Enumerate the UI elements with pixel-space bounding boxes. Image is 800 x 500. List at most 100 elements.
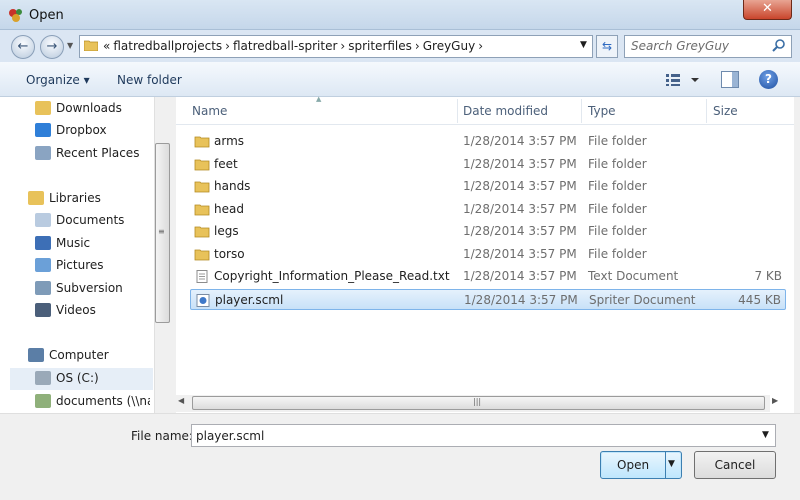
open-split-divider xyxy=(665,452,666,478)
file-name: legs xyxy=(214,224,239,238)
nav-item-computer[interactable]: Computer xyxy=(28,345,150,365)
history-dropdown-icon[interactable]: ▼ xyxy=(67,41,73,50)
scrollbar-grip-icon: ||| xyxy=(473,397,482,406)
nav-item-libraries[interactable]: Libraries xyxy=(28,188,150,208)
nav-item-label: Subversion xyxy=(56,281,123,295)
column-divider[interactable] xyxy=(581,99,582,123)
title-bar xyxy=(0,0,800,30)
file-row[interactable]: arms 1/28/2014 3:57 PM File folder xyxy=(190,131,786,152)
file-name-value[interactable]: player.scml xyxy=(196,429,264,443)
app-icon xyxy=(9,9,22,22)
nav-item-label: OS (C:) xyxy=(56,371,99,385)
file-date-modified: 1/28/2014 3:57 PM xyxy=(463,247,577,261)
open-dropdown-icon[interactable]: ▼ xyxy=(668,459,675,469)
folder-icon xyxy=(194,204,210,216)
nav-item-os-c[interactable]: OS (C:) xyxy=(35,368,150,388)
breadcrumb-separator-icon[interactable]: › xyxy=(478,39,483,53)
file-date-modified: 1/28/2014 3:57 PM xyxy=(463,157,577,171)
nav-item-label: Recent Places xyxy=(56,146,140,160)
file-name-label: File name: xyxy=(131,429,193,443)
nav-item-dropbox[interactable]: Dropbox xyxy=(35,120,150,140)
network-drive-icon xyxy=(35,394,51,408)
scroll-left-icon[interactable]: ◀ xyxy=(178,396,184,405)
file-row[interactable]: head 1/28/2014 3:57 PM File folder xyxy=(190,199,786,220)
breadcrumb-separator-icon[interactable]: « xyxy=(103,39,110,53)
breadcrumb-separator-icon[interactable]: › xyxy=(415,39,420,53)
nav-item-label: Pictures xyxy=(56,258,104,272)
nav-item-recent-places[interactable]: Recent Places xyxy=(35,143,150,163)
file-date-modified: 1/28/2014 3:57 PM xyxy=(464,293,578,307)
search-placeholder: Search GreyGuy xyxy=(631,39,730,53)
nav-item-pictures[interactable]: Pictures xyxy=(35,255,150,275)
file-type: File folder xyxy=(588,224,647,238)
file-date-modified: 1/28/2014 3:57 PM xyxy=(463,202,577,216)
column-date-modified[interactable]: Date modified xyxy=(463,104,548,118)
file-row[interactable]: feet 1/28/2014 3:57 PM File folder xyxy=(190,154,786,175)
nav-item-videos[interactable]: Videos xyxy=(35,300,150,320)
address-dropdown-icon[interactable]: ▼ xyxy=(580,40,587,50)
search-icon[interactable] xyxy=(772,38,786,52)
help-button[interactable]: ? xyxy=(759,70,778,89)
music-icon xyxy=(35,236,51,250)
dropbox-icon xyxy=(35,123,51,137)
file-name: feet xyxy=(214,157,238,171)
file-size: 445 KB xyxy=(738,293,781,307)
nav-item-label: Libraries xyxy=(49,191,101,205)
preview-pane-icon[interactable] xyxy=(721,71,739,88)
scroll-right-icon[interactable]: ▶ xyxy=(772,396,778,405)
nav-item-label: Downloads xyxy=(56,101,122,115)
nav-item-music[interactable]: Music xyxy=(35,233,150,253)
nav-item-label: Videos xyxy=(56,303,96,317)
breadcrumb-separator-icon[interactable]: › xyxy=(225,39,230,53)
breadcrumb-item[interactable]: spriterfiles xyxy=(348,39,412,53)
breadcrumb-item[interactable]: GreyGuy xyxy=(423,39,475,53)
cancel-button[interactable]: Cancel xyxy=(694,451,776,479)
pictures-icon xyxy=(35,258,51,272)
file-size: 7 KB xyxy=(754,269,782,283)
file-name-input[interactable] xyxy=(191,424,776,447)
column-divider[interactable] xyxy=(706,99,707,123)
forward-button[interactable]: → xyxy=(40,35,64,59)
computer-icon xyxy=(28,348,44,362)
file-name-dropdown-icon[interactable]: ▼ xyxy=(762,430,769,440)
file-row[interactable]: torso 1/28/2014 3:57 PM File folder xyxy=(190,244,786,265)
back-button[interactable]: ← xyxy=(11,35,35,59)
file-date-modified: 1/28/2014 3:57 PM xyxy=(463,134,577,148)
open-button-label[interactable]: Open xyxy=(617,458,649,472)
sort-arrow-icon: ▲ xyxy=(316,95,322,103)
file-date-modified: 1/28/2014 3:57 PM xyxy=(463,179,577,193)
file-type: Spriter Document xyxy=(589,293,696,307)
file-type: File folder xyxy=(588,202,647,216)
close-button[interactable]: ✕ xyxy=(743,0,792,20)
change-view-icon[interactable] xyxy=(665,73,701,87)
file-row[interactable]: legs 1/28/2014 3:57 PM File folder xyxy=(190,221,786,242)
file-row[interactable]: hands 1/28/2014 3:57 PM File folder xyxy=(190,176,786,197)
file-row[interactable]: player.scml 1/28/2014 3:57 PM Spriter Docu… xyxy=(190,289,786,310)
column-size[interactable]: Size xyxy=(713,104,738,118)
nav-item-documents-nas[interactable]: documents (\\nas xyxy=(35,391,150,411)
organize-button[interactable]: Organize ▾ xyxy=(26,73,90,87)
nav-item-documents[interactable]: Documents xyxy=(35,210,150,230)
refresh-button[interactable]: ⇆ xyxy=(596,35,618,58)
column-divider[interactable] xyxy=(457,99,458,123)
breadcrumb-item[interactable]: flatredballprojects xyxy=(113,39,222,53)
file-name: Copyright_Information_Please_Read.txt xyxy=(214,269,450,283)
nav-item-label: documents (\\nas xyxy=(56,394,150,408)
breadcrumb[interactable]: «flatredballprojects › flatredball-spriter… xyxy=(103,39,486,53)
nav-item-subversion[interactable]: Subversion xyxy=(35,278,150,298)
file-row[interactable]: Copyright_Information_Please_Read.txt 1/2… xyxy=(190,266,786,287)
file-name: torso xyxy=(214,247,245,261)
drive-icon xyxy=(35,371,51,385)
folder-icon xyxy=(194,226,210,238)
window-title: Open xyxy=(29,8,64,23)
breadcrumb-item[interactable]: flatredball-spriter xyxy=(233,39,337,53)
breadcrumb-separator-icon[interactable]: › xyxy=(340,39,345,53)
folder-icon xyxy=(194,181,210,193)
column-name[interactable]: Name xyxy=(192,104,227,118)
nav-item-downloads[interactable]: Downloads xyxy=(35,98,150,118)
file-type: File folder xyxy=(588,134,647,148)
text-file-icon xyxy=(196,270,208,283)
new-folder-button[interactable]: New folder xyxy=(117,73,182,87)
file-type: File folder xyxy=(588,157,647,171)
column-type[interactable]: Type xyxy=(588,104,616,118)
